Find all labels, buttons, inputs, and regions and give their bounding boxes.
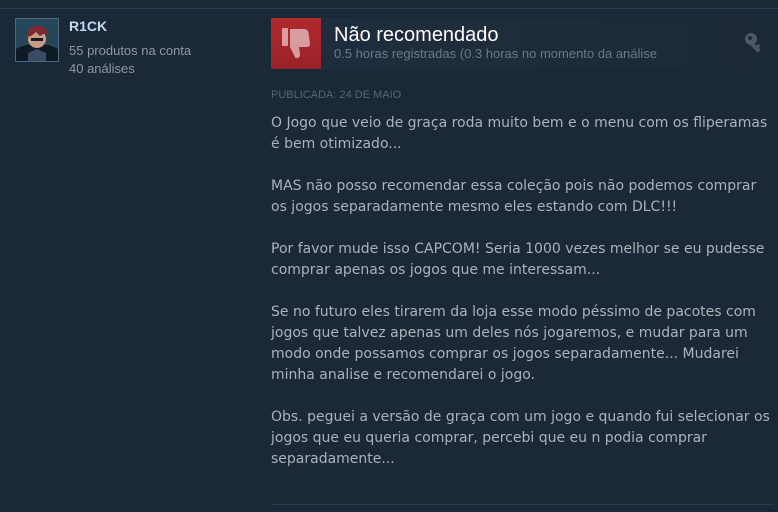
user-avatar[interactable] xyxy=(15,18,59,62)
author-name[interactable]: R1CK xyxy=(69,18,107,34)
review-paragraph: MAS não posso recomendar essa coleção po… xyxy=(271,178,757,215)
bottom-divider xyxy=(271,504,774,505)
posted-date: Publicada: 24 de maio xyxy=(271,89,402,101)
vote-header[interactable]: Não recomendado 0.5 horas registradas (0… xyxy=(271,18,774,69)
review-paragraph: Por favor mude isso CAPCOM! Seria 1000 v… xyxy=(271,241,765,278)
vote-title: Não recomendado xyxy=(334,24,499,46)
top-divider xyxy=(0,8,778,9)
reviews-count[interactable]: 40 análises xyxy=(69,61,135,77)
review-paragraph: Se no futuro eles tirarem da loja esse m… xyxy=(271,304,756,383)
review-paragraph: O Jogo que veio de graça roda muito bem … xyxy=(271,115,768,152)
review-paragraph: Obs. peguei a versão de graça com um jog… xyxy=(271,409,770,467)
review-text: O Jogo que veio de graça roda muito bem … xyxy=(271,113,771,470)
products-owned[interactable]: 55 produtos na conta xyxy=(69,43,191,59)
key-icon xyxy=(744,32,766,54)
thumbs-down-icon xyxy=(271,18,321,69)
hours-played: 0.5 horas registradas (0.3 horas no mome… xyxy=(334,46,658,61)
review-body: Não recomendado 0.5 horas registradas (0… xyxy=(271,18,774,467)
